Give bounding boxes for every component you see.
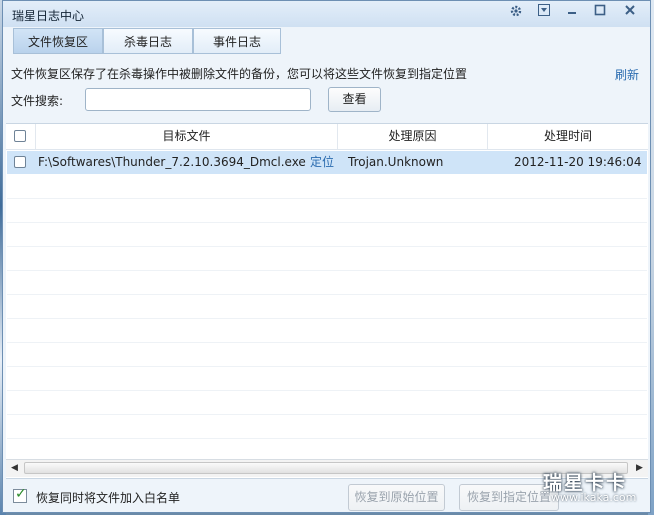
grid-line (7, 414, 647, 415)
table-row[interactable]: F:\Softwares\Thunder_7.2.10.3694_Dmcl.ex… (7, 151, 647, 174)
tab-scan-log[interactable]: 杀毒日志 (103, 28, 193, 54)
header-target-file[interactable]: 目标文件 (36, 124, 338, 149)
file-search-input[interactable] (85, 88, 311, 111)
header-time[interactable]: 处理时间 (488, 124, 648, 149)
whitelist-checkbox[interactable]: ✓ (13, 486, 27, 503)
header-select-cell (6, 124, 36, 149)
grid-line (7, 198, 647, 199)
rising-watermark: 瑞星卡卡 www.ikaka.com (523, 468, 649, 508)
row-time: 2012-11-20 19:46:04 (514, 155, 642, 169)
grid-line (7, 438, 647, 439)
maximize-icon[interactable] (590, 4, 610, 22)
row-reason: Trojan.Unknown (348, 155, 444, 169)
checkmark-icon: ✓ (15, 486, 27, 502)
grid-line (7, 390, 647, 391)
table-header: 目标文件 处理原因 处理时间 (6, 124, 648, 150)
whitelist-label: 恢复同时将文件加入白名单 (36, 491, 181, 505)
grid-line (7, 270, 647, 271)
grid-line (7, 366, 647, 367)
minimize-icon[interactable] (562, 4, 582, 22)
description-text: 文件恢复区保存了在杀毒操作中被删除文件的备份，您可以将这些文件恢复到指定位置 (11, 67, 468, 81)
grid-line (7, 342, 647, 343)
search-label: 文件搜索: (11, 94, 64, 108)
scroll-left-arrow-icon[interactable]: ◀ (6, 460, 23, 477)
select-all-checkbox[interactable] (14, 130, 26, 142)
watermark-url: www.ikaka.com (551, 491, 637, 504)
log-center-window: 瑞星日志中心 文件恢复区 杀毒日志 事件日志 文件恢复区保存了在杀毒操作中被删除… (2, 0, 651, 513)
header-reason[interactable]: 处理原因 (338, 124, 488, 149)
grid-line (7, 318, 647, 319)
restore-original-button[interactable]: 恢复到原始位置 (348, 484, 445, 511)
view-button[interactable]: 查看 (328, 87, 381, 112)
settings-icon[interactable] (506, 4, 526, 22)
title-bar[interactable]: 瑞星日志中心 (3, 1, 650, 27)
row-file-path: F:\Softwares\Thunder_7.2.10.3694_Dmcl.ex… (38, 155, 306, 169)
menu-icon[interactable] (534, 4, 554, 22)
locate-link[interactable]: 定位 (310, 151, 334, 174)
grid-line (7, 222, 647, 223)
recovery-table: 目标文件 处理原因 处理时间 F:\Softwares\Thunder_7.2.… (6, 123, 648, 479)
row-checkbox[interactable] (14, 156, 26, 168)
window-title: 瑞星日志中心 (12, 9, 85, 23)
grid-line (7, 294, 647, 295)
refresh-link[interactable]: 刷新 (615, 66, 639, 83)
tab-event-log[interactable]: 事件日志 (193, 28, 281, 54)
grid-line (7, 246, 647, 247)
close-icon[interactable] (620, 4, 640, 22)
tab-file-restore[interactable]: 文件恢复区 (13, 28, 103, 54)
